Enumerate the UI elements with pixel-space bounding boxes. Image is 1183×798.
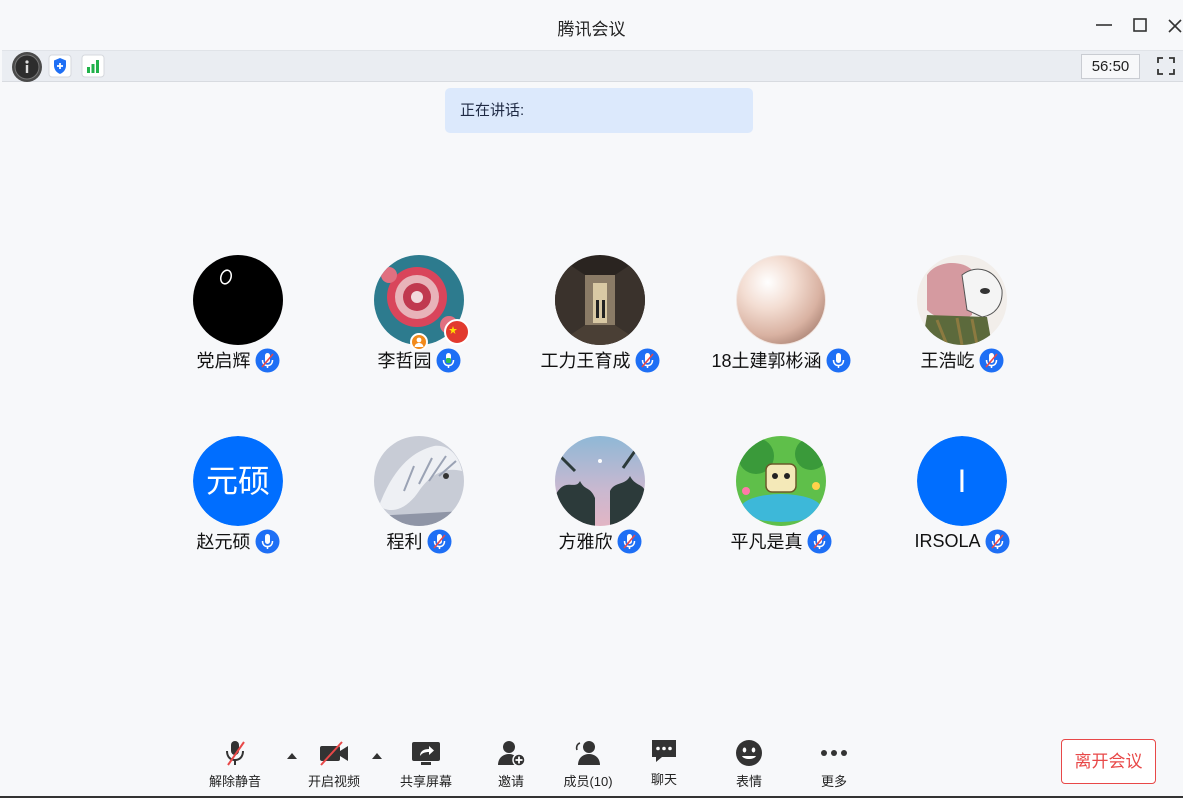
mic-active-icon — [436, 348, 461, 373]
meeting-info-button[interactable] — [11, 51, 43, 83]
close-button[interactable] — [1163, 14, 1183, 36]
speaking-indicator: 正在讲话: — [445, 88, 753, 133]
chat-button[interactable]: 聊天 — [629, 736, 699, 788]
participant-name: 18土建郭彬涵 — [711, 351, 822, 371]
members-label: 成员(10) — [563, 774, 613, 789]
share-screen-button[interactable]: 共享屏幕 — [391, 738, 461, 790]
participant-name: 王浩屹 — [920, 351, 975, 371]
participant-name: 工力王育成 — [540, 351, 631, 371]
security-button[interactable] — [48, 54, 72, 78]
start-video-button[interactable]: 开启视频 — [299, 738, 369, 790]
video-off-icon — [318, 738, 350, 768]
share-screen-icon — [410, 738, 442, 768]
avatar — [555, 255, 645, 345]
members-button[interactable]: 成员(10) — [553, 738, 623, 790]
avatar-initials: I — [917, 436, 1007, 526]
avatar — [917, 255, 1007, 345]
invite-label: 邀请 — [497, 774, 524, 789]
participant-name: 方雅欣 — [558, 532, 613, 552]
meeting-info-bar: 56:50 — [2, 50, 1183, 82]
fullscreen-icon — [1157, 57, 1175, 75]
participant-name: 程利 — [386, 532, 423, 552]
minimize-button[interactable] — [1093, 14, 1115, 36]
mic-muted-icon — [979, 348, 1004, 373]
participant-tile[interactable]: I IRSOLA — [871, 436, 1053, 566]
participant-tile[interactable]: 程利 — [328, 436, 510, 566]
participant-name: 赵元硕 — [196, 532, 251, 552]
invite-button[interactable]: 邀请 — [476, 738, 546, 790]
avatar — [736, 255, 826, 345]
avatar — [193, 255, 283, 345]
members-icon — [572, 738, 604, 768]
participant-name: 党启辉 — [196, 351, 251, 371]
participant-name: 平凡是真 — [730, 532, 803, 552]
avatar: I — [917, 436, 1007, 526]
maximize-button[interactable] — [1129, 14, 1151, 36]
unmute-label: 解除静音 — [208, 774, 261, 789]
window-title: 腾讯会议 — [557, 20, 626, 39]
mic-muted-icon — [807, 529, 832, 554]
avatar: 元硕 — [193, 436, 283, 526]
fullscreen-button[interactable] — [1154, 54, 1178, 78]
shield-icon — [48, 54, 72, 78]
control-bar: 解除静音 开启视频 共享屏幕 邀请 成员(10) 聊天 表情 更多 — [0, 730, 1183, 798]
maximize-icon — [1133, 18, 1147, 32]
participant-tile[interactable]: 平凡是真 — [690, 436, 872, 566]
mic-muted-icon — [635, 348, 660, 373]
leave-meeting-button[interactable]: 离开会议 — [1061, 739, 1156, 784]
mic-muted-icon — [985, 529, 1010, 554]
participant-tile[interactable]: 党启辉 — [147, 255, 329, 385]
participant-tile[interactable]: 元硕 赵元硕 — [147, 436, 329, 566]
emoji-label: 表情 — [735, 774, 762, 789]
chat-label: 聊天 — [650, 772, 677, 787]
participant-name: IRSOLA — [914, 530, 981, 551]
flag-icon — [444, 319, 470, 345]
minimize-icon — [1096, 24, 1112, 26]
caret-up-icon — [372, 753, 382, 759]
more-button[interactable]: 更多 — [799, 738, 869, 790]
chat-icon — [648, 736, 680, 766]
more-label: 更多 — [820, 774, 847, 789]
meeting-timer: 56:50 — [1081, 54, 1140, 79]
info-icon — [12, 52, 42, 82]
avatar — [736, 436, 826, 526]
participant-tile[interactable]: 李哲园 — [328, 255, 510, 385]
more-icon — [818, 738, 850, 768]
avatar — [374, 436, 464, 526]
avatar-initials: 元硕 — [193, 436, 283, 526]
participant-tile[interactable]: 18土建郭彬涵 — [690, 255, 872, 385]
emoji-icon — [733, 738, 765, 768]
video-options-caret[interactable] — [370, 748, 384, 759]
avatar — [555, 436, 645, 526]
mic-muted-icon — [219, 738, 251, 768]
close-icon — [1168, 19, 1182, 33]
participant-tile[interactable]: 工力王育成 — [509, 255, 691, 385]
participant-tile[interactable]: 方雅欣 — [509, 436, 691, 566]
mic-icon — [826, 348, 851, 373]
network-status-button[interactable] — [81, 54, 105, 78]
participant-name: 李哲园 — [377, 351, 432, 371]
mic-muted-icon — [255, 348, 280, 373]
title-bar: 腾讯会议 — [0, 0, 1183, 50]
mic-muted-icon — [617, 529, 642, 554]
start-video-label: 开启视频 — [307, 774, 360, 789]
mic-icon — [255, 529, 280, 554]
signal-icon — [81, 54, 105, 78]
unmute-button[interactable]: 解除静音 — [200, 738, 270, 790]
share-screen-label: 共享屏幕 — [399, 774, 452, 789]
audio-options-caret[interactable] — [285, 748, 299, 759]
mic-muted-icon — [427, 529, 452, 554]
caret-up-icon — [287, 753, 297, 759]
participant-tile[interactable]: 王浩屹 — [871, 255, 1053, 385]
add-user-icon — [495, 738, 527, 768]
emoji-button[interactable]: 表情 — [714, 738, 784, 790]
